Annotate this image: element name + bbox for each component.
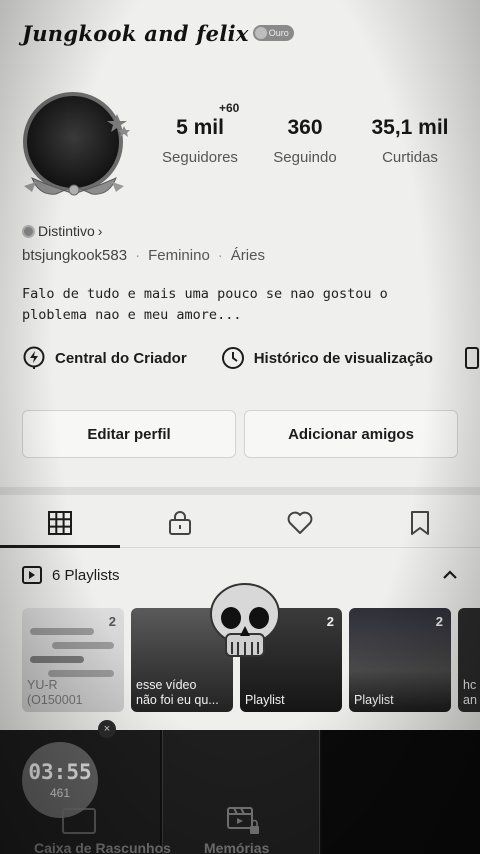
playlist-count: 2 [435, 614, 443, 629]
add-friends-button[interactable]: Adicionar amigos [244, 410, 458, 458]
lightning-icon [23, 346, 45, 369]
tab-private[interactable] [120, 498, 240, 547]
tab-saved[interactable] [360, 498, 480, 547]
profile-sign: Áries [230, 247, 265, 264]
drafts-label: Caixa de Rascunhos [34, 840, 171, 854]
chevron-right-icon: › [97, 223, 103, 239]
timer-value: 03:55 [28, 760, 92, 784]
timer-bubble[interactable]: 03:55 461 [22, 742, 98, 818]
playlist-icon [22, 566, 42, 584]
chevron-up-icon[interactable] [442, 569, 458, 581]
distintivo-label: Distintivo [38, 223, 95, 239]
content-tabs [0, 498, 480, 548]
following-label: Seguindo [273, 149, 337, 166]
playlist-caption: YU-R (O150001 [27, 678, 83, 707]
playlist-count: 2 [326, 614, 334, 629]
chat-bubble [48, 670, 114, 677]
tab-videos[interactable] [0, 498, 120, 548]
bookmark-icon [411, 510, 429, 535]
chat-bubble [52, 642, 114, 649]
playlist-card[interactable]: hc an [458, 608, 480, 712]
creator-center-label: Central do Criador [55, 349, 187, 367]
creator-tools-row: Central do Criador Histórico de visualiz… [22, 346, 480, 370]
lock-icon [169, 510, 191, 535]
likes-count: 35,1 mil [371, 116, 449, 139]
bio-line: Falo de tudo e mais uma pouco se nao gos… [22, 286, 388, 302]
memories-video-icon [227, 807, 259, 834]
avatar-frame-icon [24, 114, 130, 196]
grid-icon [48, 510, 72, 535]
empty-panel [322, 730, 480, 854]
followers-label: Seguidores [162, 149, 238, 166]
distintivo-link[interactable]: Distintivo › [22, 223, 102, 239]
avatar[interactable] [14, 86, 134, 206]
edit-profile-button[interactable]: Editar perfil [22, 410, 236, 458]
profile-header: Jungkook and felix Ouro [22, 18, 294, 48]
creator-center-link[interactable]: Central do Criador [22, 346, 187, 370]
badge-label: Ouro [268, 28, 289, 38]
tab-liked[interactable] [240, 498, 360, 547]
view-history-label: Histórico de visualização [253, 349, 433, 367]
following-count: 360 [287, 116, 323, 139]
profile-meta: btsjungkook583 · Feminino · Áries [22, 247, 265, 264]
badge-coin-icon [254, 27, 267, 39]
more-tools-icon[interactable] [464, 347, 479, 369]
playlist-caption: Playlist [354, 693, 394, 707]
likes-label: Curtidas [382, 149, 438, 166]
distintivo-icon [22, 224, 35, 238]
playlist-caption: esse vídeo não foi eu qu... [136, 678, 219, 707]
view-history-link[interactable]: Histórico de visualização [221, 346, 433, 370]
chat-bubble [30, 656, 84, 663]
memories-label: Memórias [204, 840, 270, 854]
skull-sticker-icon [210, 583, 280, 657]
bio-line: ploblema nao e meu amore... [22, 307, 242, 323]
gold-badge[interactable]: Ouro [252, 25, 294, 41]
playlist-caption: Playlist [245, 693, 285, 707]
profile-stats: 5 mil +60 Seguidores 360 Seguindo 35,1 m… [150, 101, 460, 166]
profile-title: Jungkook and felix [22, 20, 249, 46]
playlist-caption: hc an [463, 678, 477, 707]
heart-icon [287, 511, 313, 534]
following-stat[interactable]: 360 Seguindo [255, 116, 355, 166]
profile-gender: Feminino [148, 247, 210, 264]
meta-separator: · [135, 247, 141, 264]
playlist-card[interactable]: 2 YU-R (O150001 [22, 608, 124, 712]
likes-stat[interactable]: 35,1 mil Curtidas [360, 116, 460, 166]
playlist-card[interactable]: 2 Playlist [349, 608, 451, 712]
chat-bubble [30, 628, 94, 635]
followers-delta-badge: +60 [219, 101, 240, 115]
close-icon[interactable]: × [98, 720, 116, 738]
profile-bio: Falo de tudo e mais uma pouco se nao gos… [22, 284, 462, 326]
playlist-count: 2 [108, 614, 116, 629]
clock-icon [221, 347, 244, 369]
timer-sub-value: 461 [49, 786, 71, 800]
profile-handle: btsjungkook583 [22, 247, 128, 264]
followers-stat[interactable]: 5 mil +60 Seguidores [150, 101, 250, 166]
meta-separator: · [217, 247, 223, 264]
playlists-count-label: 6 Playlists [52, 566, 120, 584]
followers-count: 5 mil [176, 116, 224, 139]
section-divider [0, 487, 480, 495]
